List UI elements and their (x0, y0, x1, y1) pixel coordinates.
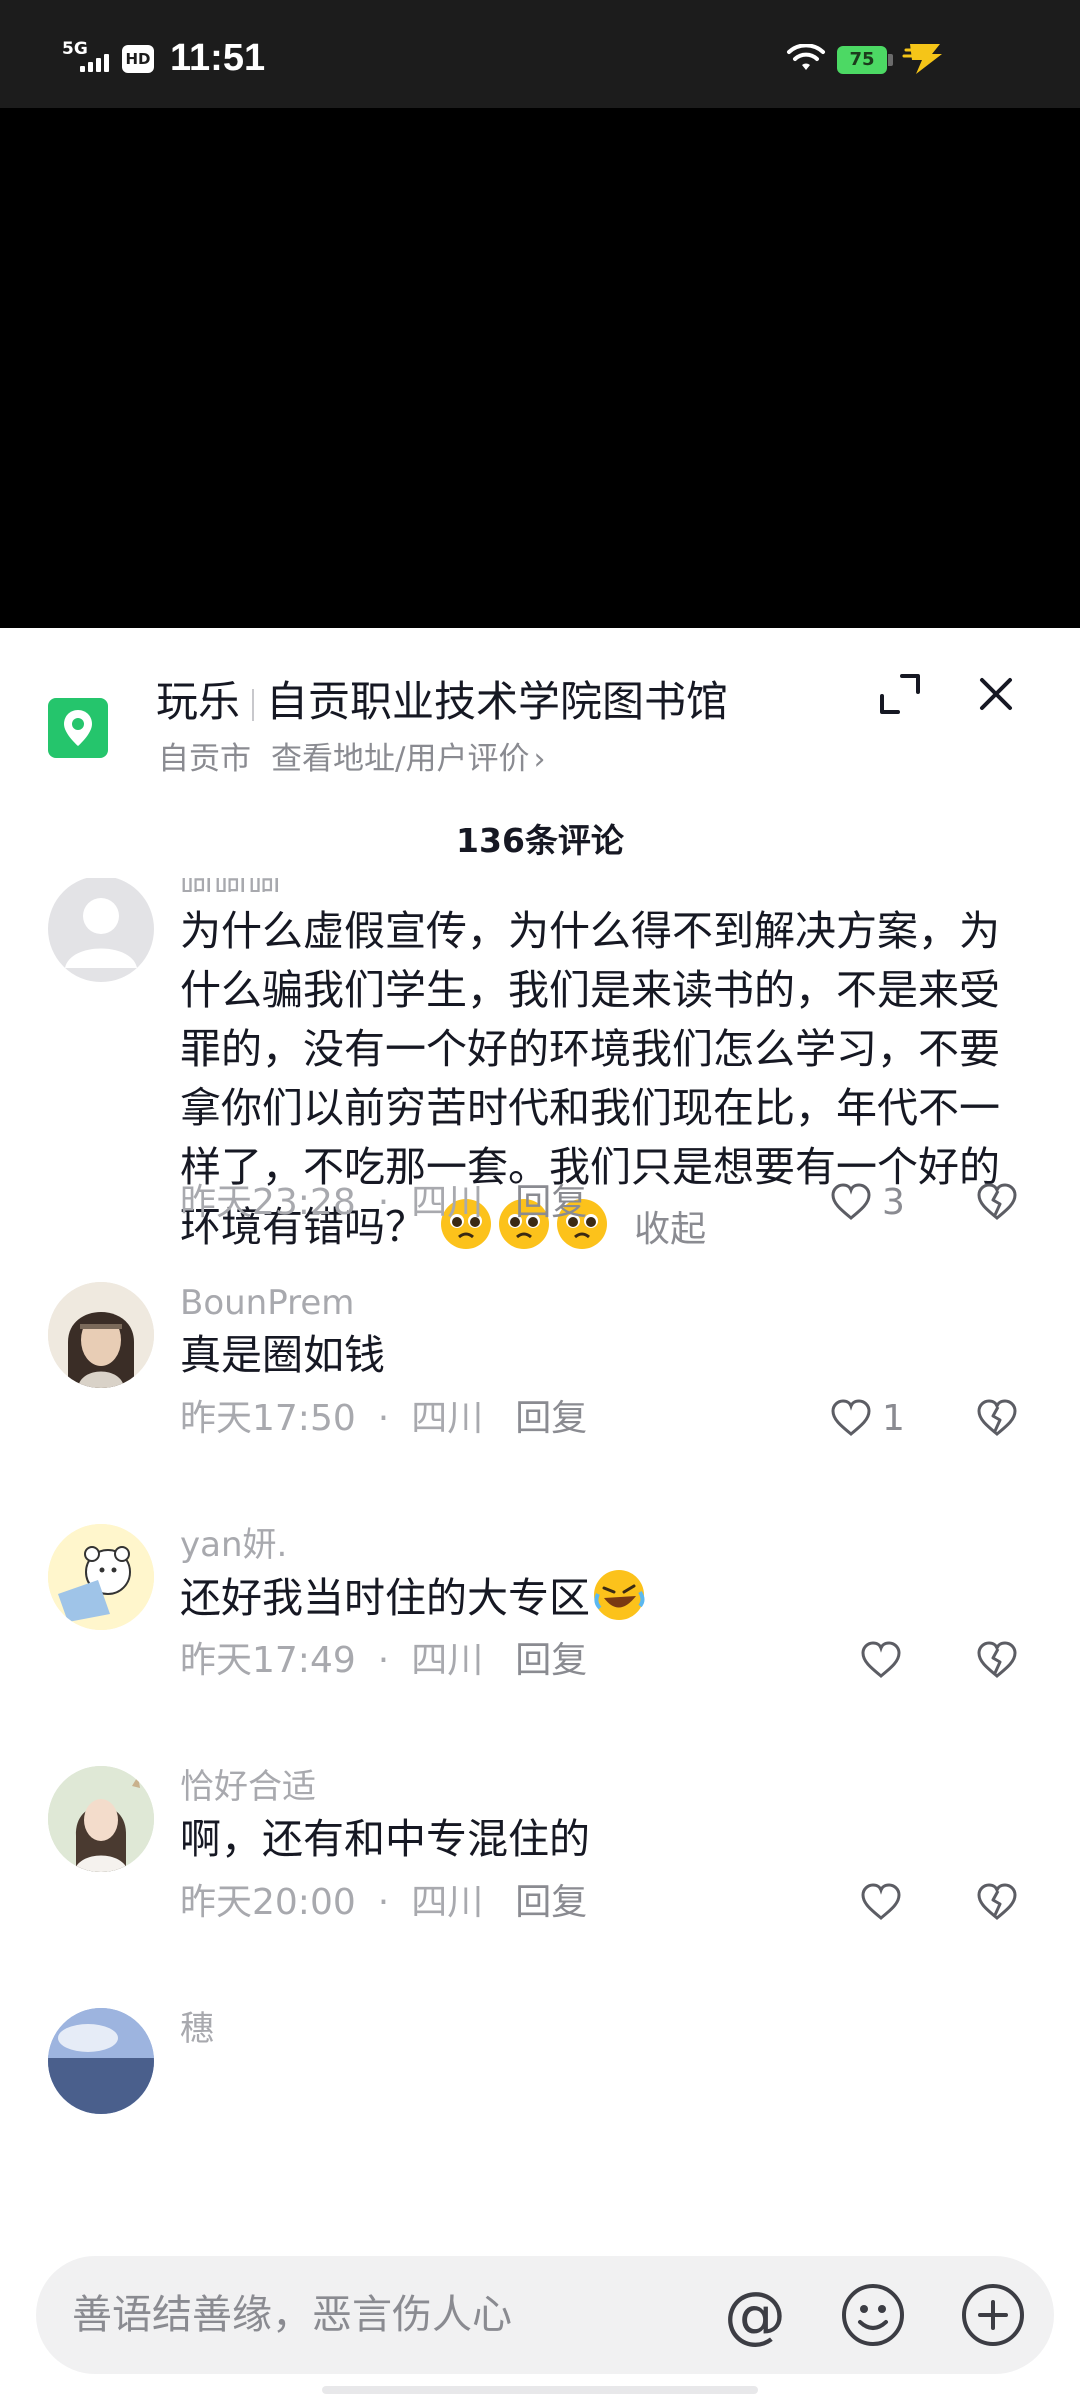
hd-icon: HD (122, 45, 154, 73)
comment-time: 昨天17:49 (180, 1640, 356, 1681)
like-button[interactable] (860, 1878, 950, 1928)
cellular-signal-icon: 5G (62, 40, 110, 76)
reply-button[interactable]: 回复 (515, 1882, 587, 1923)
poi-divider (252, 688, 255, 721)
comment-username[interactable]: 呵呵呵. (180, 878, 293, 892)
comment-body: 真是圈如钱 (180, 1331, 385, 1379)
comment-meta: 昨天20:00 · 四川 回复 (180, 1882, 588, 1923)
like-count: 1 (882, 1398, 905, 1439)
broken-heart-icon (977, 1399, 1017, 1436)
dislike-button[interactable] (976, 1878, 1024, 1928)
poi-name: 自贡职业技术学院图书馆 (266, 677, 729, 726)
status-bar: 5G HD 11:51 75 (0, 0, 1080, 108)
comment-item: BounPrem 真是圈如钱 昨天17:50 · 四川 回复 1 (0, 1282, 1080, 1482)
status-time: 11:51 (170, 37, 266, 79)
comment-location: 四川 (411, 1398, 484, 1439)
comment-time: 昨天17:50 (180, 1398, 356, 1439)
dislike-button[interactable] (976, 1394, 1024, 1444)
like-count: 3 (882, 1182, 905, 1223)
poi-city: 自贡市 (158, 741, 251, 777)
rofl-face-icon (594, 1570, 645, 1620)
comment-location: 四川 (411, 1640, 484, 1681)
reply-button[interactable]: 回复 (515, 1398, 587, 1439)
reply-button[interactable]: 回复 (515, 1640, 587, 1681)
like-button[interactable] (860, 1636, 950, 1686)
comment-item: yan妍. 还好我当时住的大专区 昨天17:49 · 四川 回复 (0, 1524, 1080, 1724)
broken-heart-icon (977, 1183, 1017, 1220)
broken-heart-icon (977, 1641, 1017, 1678)
avatar[interactable] (48, 1524, 154, 1630)
comment-username[interactable]: 穗 (180, 2006, 214, 2052)
avatar[interactable] (48, 1766, 154, 1872)
comment-username[interactable]: yan妍. (180, 1522, 287, 1568)
dislike-button[interactable] (976, 1178, 1024, 1228)
expand-icon[interactable] (876, 670, 924, 718)
poi-link: 查看地址/用户评价 (271, 741, 530, 777)
comments-count: 136条评论 (456, 821, 624, 860)
comment-list[interactable]: 呵呵呵. 为什么虚假宣传，为什么得不到解决方案，为什么骗我们学生，我们是来读书的… (0, 878, 1080, 2184)
heart-icon (861, 1883, 901, 1920)
comment-meta: 昨天23:28 · 四川 回复 (180, 1182, 588, 1223)
comment-text: 啊，还有和中专混住的 (180, 1810, 1000, 1869)
collapse-link[interactable]: 收起 (634, 1209, 706, 1250)
charging-icon (902, 44, 942, 74)
poi-category: 玩乐 (156, 677, 241, 726)
poi-subtitle[interactable]: 自贡市 查看地址/用户评价 › (158, 738, 545, 781)
avatar[interactable] (48, 1282, 154, 1388)
battery-icon: 75 (837, 46, 887, 74)
smiley-icon[interactable] (840, 2282, 906, 2348)
location-pin-icon[interactable] (48, 698, 108, 758)
heart-icon (831, 1399, 871, 1436)
comment-meta: 昨天17:50 · 四川 回复 (180, 1398, 588, 1439)
chevron-right-icon: › (533, 742, 546, 777)
video-player[interactable] (0, 108, 1080, 628)
broken-heart-icon (977, 1883, 1017, 1920)
comment-body: 啊，还有和中专混住的 (180, 1815, 590, 1863)
home-indicator[interactable] (322, 2386, 758, 2394)
battery-cap (888, 54, 893, 66)
close-icon[interactable] (972, 670, 1020, 718)
avatar[interactable] (48, 2008, 154, 2114)
avatar[interactable] (48, 878, 154, 982)
comment-item: 呵呵呵. 为什么虚假宣传，为什么得不到解决方案，为什么骗我们学生，我们是来读书的… (0, 878, 1080, 1251)
comment-item: 穗 (0, 2008, 1080, 2184)
wifi-icon (787, 44, 825, 70)
comment-item: 恰好合适 啊，还有和中专混住的 昨天20:00 · 四川 回复 (0, 1766, 1080, 1966)
comment-text: 还好我当时住的大专区 (180, 1568, 1000, 1628)
reply-button[interactable]: 回复 (515, 1182, 587, 1223)
dislike-button[interactable] (976, 1636, 1024, 1686)
comment-body: 还好我当时住的大专区 (180, 1574, 590, 1622)
comment-input-bar[interactable]: 善语结善缘，恶言伤人心 @ (36, 2256, 1054, 2374)
comment-time: 昨天20:00 (180, 1882, 356, 1923)
comment-time: 昨天23:28 (180, 1182, 356, 1223)
heart-icon (861, 1641, 901, 1678)
comment-input[interactable]: 善语结善缘，恶言伤人心 (72, 2256, 512, 2374)
comment-meta: 昨天17:49 · 四川 回复 (180, 1640, 588, 1681)
heart-icon (831, 1183, 871, 1220)
comment-location: 四川 (411, 1882, 484, 1923)
comment-sheet: 玩乐自贡职业技术学院图书馆 自贡市查看地址/用户评价› 136条评论 呵呵呵. … (0, 628, 1080, 2400)
like-button[interactable]: 3 (830, 1178, 920, 1228)
mention-button[interactable]: @ (718, 2278, 792, 2352)
plus-circle-icon[interactable] (960, 2282, 1026, 2348)
comment-text: 真是圈如钱 (180, 1326, 1000, 1385)
comment-location: 四川 (411, 1182, 484, 1223)
poi-title[interactable]: 玩乐 自贡职业技术学院图书馆 (156, 674, 728, 730)
comment-username[interactable]: 恰好合适 (180, 1764, 316, 1810)
like-button[interactable]: 1 (830, 1394, 920, 1444)
comment-username[interactable]: BounPrem (180, 1280, 354, 1326)
